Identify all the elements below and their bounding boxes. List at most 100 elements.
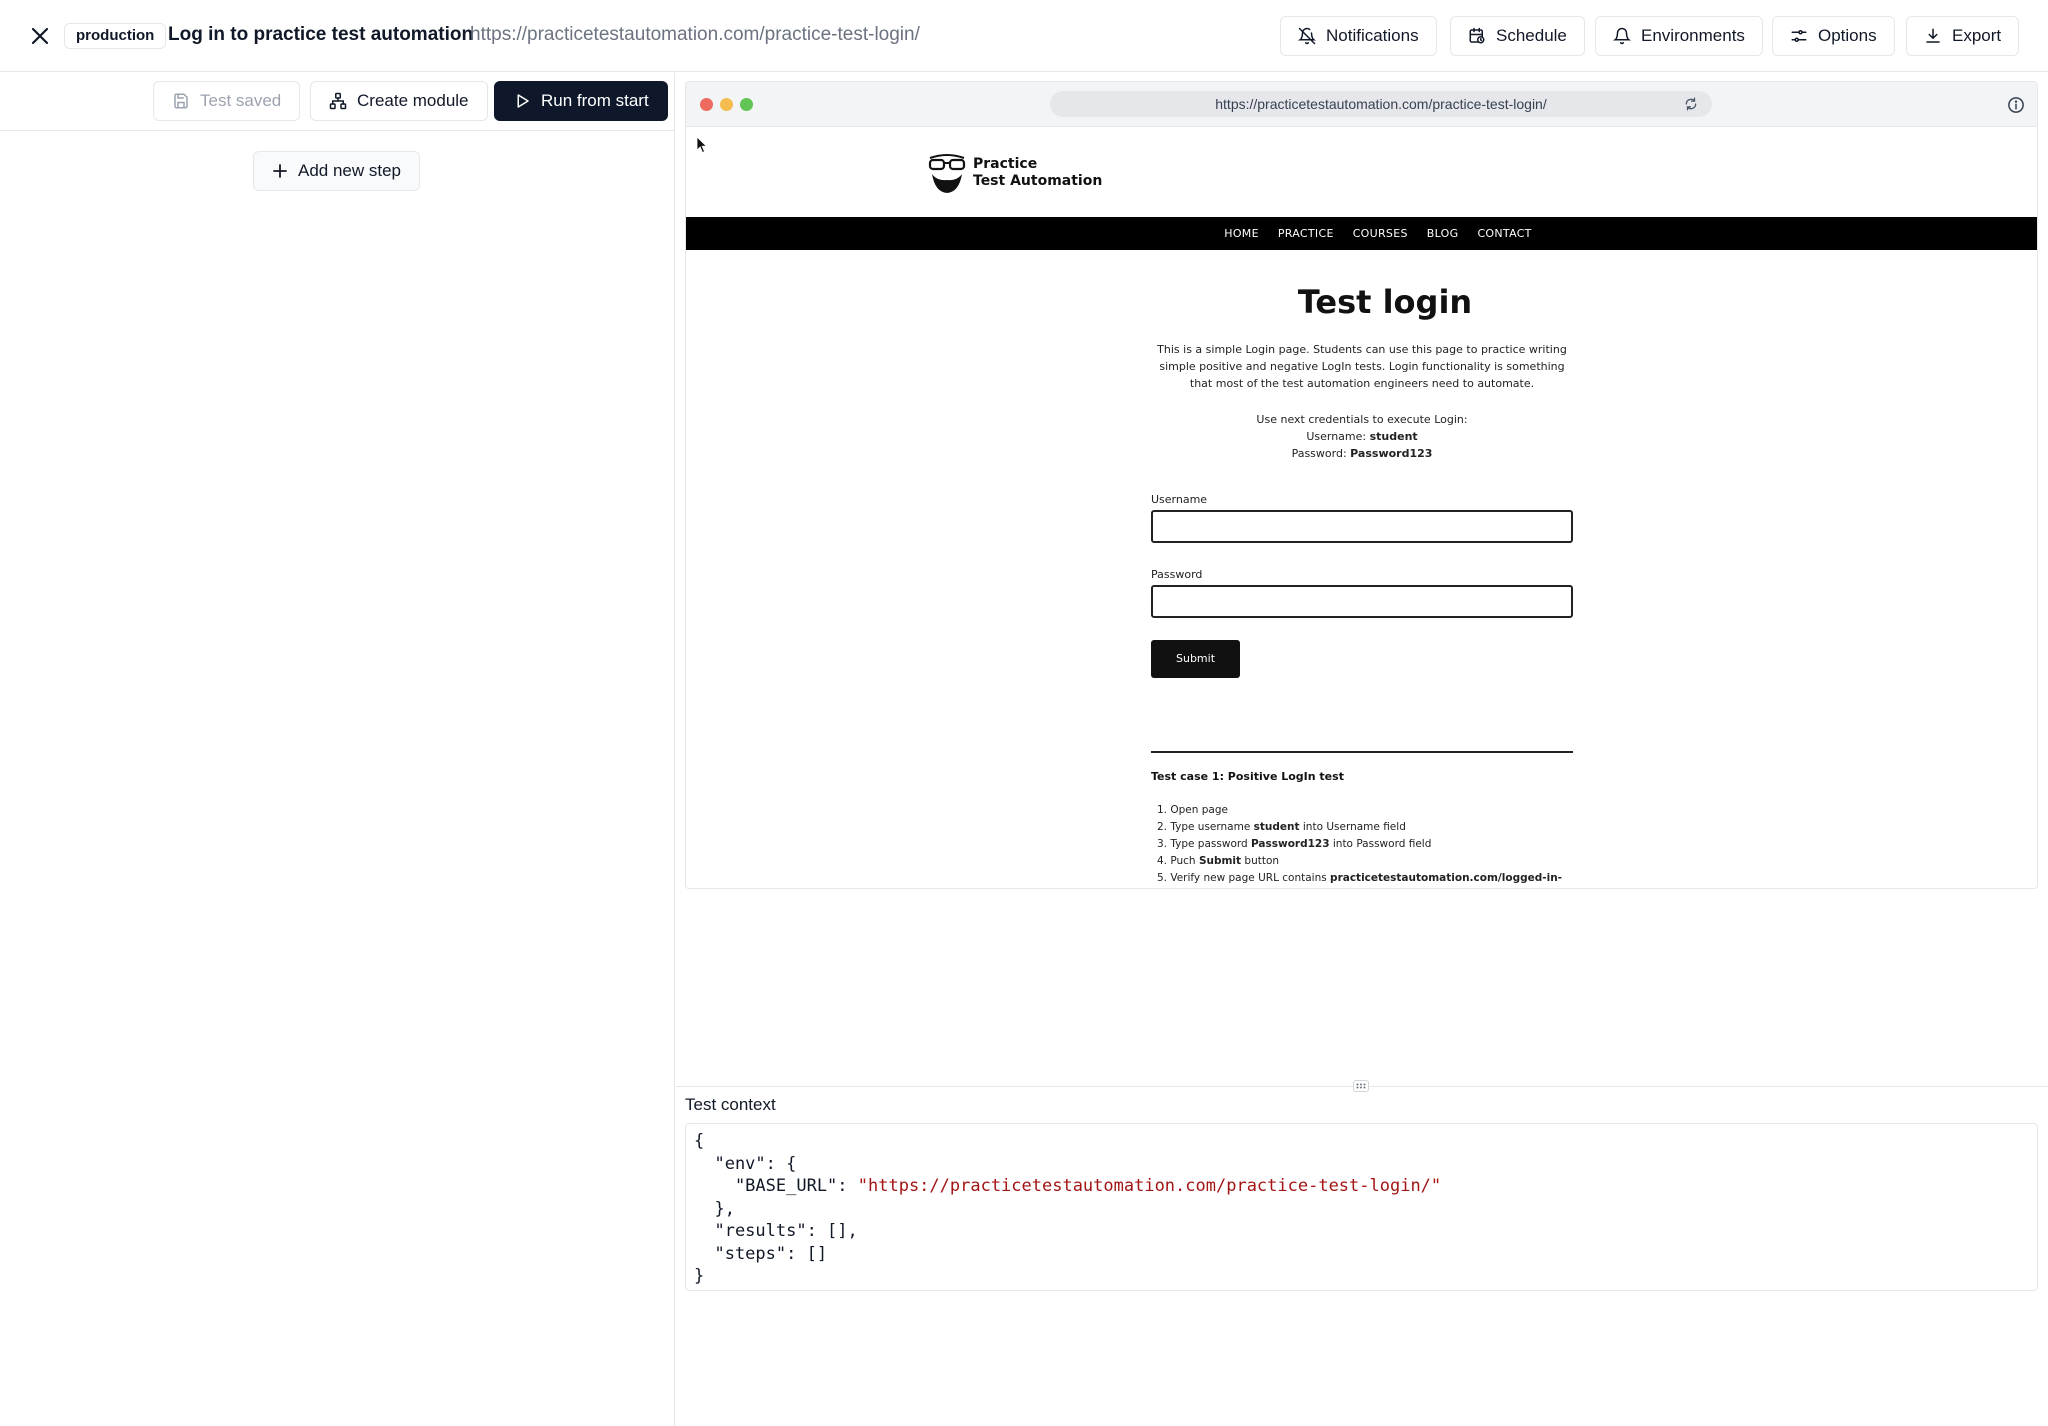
window-close-dot[interactable] — [700, 98, 713, 111]
password-input[interactable] — [1151, 585, 1573, 618]
nav-contact[interactable]: CONTACT — [1477, 227, 1531, 240]
code-line: "env": { — [694, 1153, 797, 1174]
code-line: "results": [], — [694, 1221, 858, 1241]
test-case-title: Test case 1: Positive LogIn test — [1151, 770, 1344, 783]
test-saved-button[interactable]: Test saved — [153, 81, 301, 121]
step-bold: Password123 — [1251, 838, 1330, 850]
creds-username: Username: student — [1151, 428, 1573, 445]
test-saved-label: Test saved — [200, 91, 282, 110]
browser-preview: https://practicetestautomation.com/pract… — [685, 81, 2038, 889]
username-input[interactable] — [1151, 510, 1573, 543]
logo-line-1: Practice — [973, 156, 1038, 172]
step-text: 1. Open page — [1157, 804, 1228, 816]
resize-handle[interactable] — [1353, 1080, 1369, 1092]
site-heading: Test login — [1297, 283, 1473, 321]
test-case-steps: 1. Open page 2. Type username student in… — [1151, 802, 1573, 887]
create-module-button[interactable]: Create module — [310, 81, 488, 121]
test-title: Log in to practice test automation — [168, 24, 474, 45]
test-context-editor[interactable]: { "env": { "BASE_URL": "https://practice… — [685, 1123, 2038, 1291]
step-text: 5. Verify new page URL contains — [1157, 872, 1331, 884]
environment-badge[interactable]: production — [64, 23, 167, 49]
window-minimize-dot[interactable] — [720, 98, 733, 111]
code-line: }, — [694, 1198, 735, 1219]
password-field-label: Password — [1151, 568, 1203, 581]
run-from-start-label: Run from start — [541, 91, 649, 110]
schedule-button[interactable]: Schedule — [1450, 16, 1585, 56]
sliders-icon — [1791, 30, 1807, 42]
step-text: button — [1241, 855, 1280, 867]
list-item: 2. Type username student into Username f… — [1157, 819, 1573, 836]
list-item: 3. Type password Password123 into Passwo… — [1157, 836, 1573, 853]
step-bold: student — [1253, 821, 1300, 833]
environments-label: Environments — [1641, 26, 1745, 45]
add-new-step-label: Add new step — [298, 161, 402, 180]
step-text: into Username field — [1299, 821, 1406, 833]
calendar-clock-icon — [1469, 27, 1485, 44]
step-bold: practicetestautomation.com/logged-in- — [1330, 872, 1563, 884]
address-bar[interactable]: https://practicetestautomation.com/pract… — [1050, 91, 1712, 117]
download-icon — [1926, 28, 1940, 43]
nav-home[interactable]: HOME — [1224, 227, 1259, 240]
grip-icon — [1356, 1083, 1366, 1089]
list-item: 1. Open page — [1157, 802, 1573, 819]
play-icon — [517, 94, 529, 108]
add-new-step-button[interactable]: Add new step — [253, 151, 421, 191]
browser-chrome: https://practicetestautomation.com/pract… — [686, 82, 2037, 127]
step-text: into Password field — [1329, 838, 1432, 850]
bearded-man-logo-icon — [928, 154, 966, 193]
code-line: "BASE_URL": "https://practicetestautomat… — [694, 1175, 2029, 1198]
creds-password: Password: Password123 — [1151, 445, 1573, 462]
top-header: production Log in to practice test autom… — [0, 0, 2048, 72]
close-icon — [31, 27, 49, 45]
nav-blog[interactable]: BLOG — [1427, 227, 1459, 240]
creds-username-value: student — [1369, 430, 1418, 443]
schedule-label: Schedule — [1496, 26, 1567, 45]
info-icon[interactable] — [2007, 96, 2025, 114]
website-viewport: Practice Test Automation HOME PRACTICE C… — [686, 127, 2037, 888]
step-text: 3. Type password — [1157, 838, 1251, 850]
plus-icon — [273, 164, 287, 178]
export-label: Export — [1952, 26, 2002, 45]
export-button[interactable]: Export — [1906, 16, 2020, 56]
creds-password-label: Password: — [1291, 447, 1347, 460]
creds-intro: Use next credentials to execute Login: — [1256, 413, 1468, 426]
creds-password-value: Password123 — [1350, 447, 1433, 460]
network-icon — [329, 92, 347, 110]
window-maximize-dot[interactable] — [740, 98, 753, 111]
close-button[interactable] — [26, 22, 54, 50]
step-bold: Submit — [1198, 855, 1242, 867]
nav-practice[interactable]: PRACTICE — [1278, 227, 1334, 240]
run-from-start-button[interactable]: Run from start — [494, 81, 668, 121]
code-line: "steps": [] — [694, 1243, 828, 1264]
site-divider — [1151, 751, 1573, 753]
save-icon — [174, 93, 188, 109]
code-key: "BASE_URL": — [694, 1176, 858, 1196]
code-line: } — [694, 1266, 705, 1286]
step-text: 4. Puch — [1157, 855, 1199, 867]
site-logo[interactable]: Practice Test Automation — [927, 152, 1102, 194]
username-field-label: Username — [1151, 493, 1208, 506]
steps-pane: Test saved Create module Run from start … — [0, 73, 675, 1426]
submit-button[interactable]: Submit — [1151, 640, 1240, 678]
creds-username-label: Username: — [1306, 430, 1367, 443]
bell-off-icon — [1298, 27, 1316, 45]
test-url: https://practicetestautomation.com/pract… — [470, 24, 920, 45]
options-button[interactable]: Options — [1772, 16, 1895, 56]
code-line: { — [694, 1131, 705, 1151]
list-item: 4. Puch Submit button — [1157, 853, 1573, 870]
step-text: 2. Type username — [1157, 821, 1254, 833]
code-string: "https://practicetestautomation.com/prac… — [857, 1176, 1442, 1196]
environments-button[interactable]: Environments — [1595, 16, 1763, 56]
site-intro: This is a simple Login page. Students ca… — [1157, 343, 1567, 390]
steps-toolbar: Test saved Create module Run from start — [0, 73, 675, 131]
mouse-cursor-icon — [696, 136, 708, 154]
address-text: https://practicetestautomation.com/pract… — [1215, 96, 1547, 112]
logo-text: Practice Test Automation — [973, 156, 1102, 190]
site-nav: HOME PRACTICE COURSES BLOG CONTACT — [686, 217, 2037, 250]
list-item: 5. Verify new page URL contains practice… — [1157, 870, 1573, 887]
bell-icon — [1613, 27, 1631, 45]
reload-icon[interactable] — [1684, 97, 1698, 111]
nav-courses[interactable]: COURSES — [1353, 227, 1408, 240]
notifications-button[interactable]: Notifications — [1280, 16, 1437, 56]
create-module-label: Create module — [357, 91, 469, 110]
